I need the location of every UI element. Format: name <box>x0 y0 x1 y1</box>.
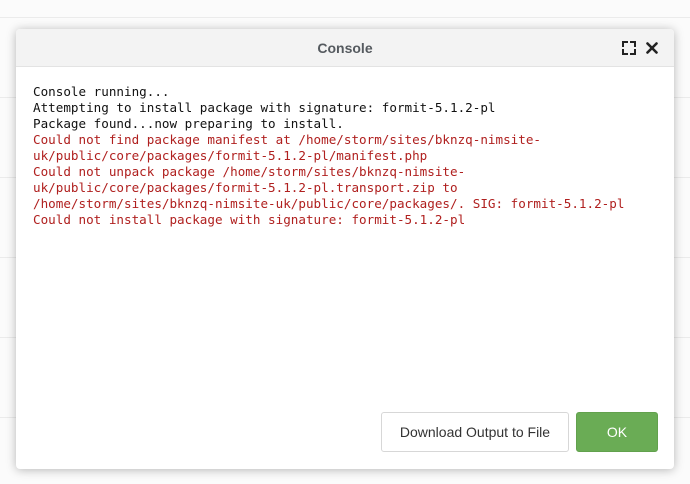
dialog-header: Console <box>16 29 674 67</box>
console-line: uk/public/core/packages/formit-5.1.2-pl/… <box>33 148 428 163</box>
console-line: uk/public/core/packages/formit-5.1.2-pl.… <box>33 180 458 195</box>
console-line: Could not install package with signature… <box>33 212 466 227</box>
console-line: Attempting to install package with signa… <box>33 100 496 115</box>
console-output: Console running... Attempting to install … <box>33 84 663 404</box>
download-output-button[interactable]: Download Output to File <box>381 412 569 452</box>
console-line: Could not find package manifest at /home… <box>33 132 541 147</box>
console-dialog: Console Console running... Attempting to … <box>16 29 674 469</box>
console-line: Console running... <box>33 84 170 99</box>
maximize-button[interactable] <box>621 40 637 56</box>
maximize-icon <box>622 41 636 55</box>
dialog-title: Console <box>317 40 373 56</box>
console-line: Could not unpack package /home/storm/sit… <box>33 164 466 179</box>
console-line: Package found...now preparing to install… <box>33 116 344 131</box>
background-divider <box>0 17 690 18</box>
close-icon <box>646 42 658 54</box>
close-button[interactable] <box>644 40 660 56</box>
ok-button[interactable]: OK <box>576 412 658 452</box>
console-line: /home/storm/sites/bknzq-nimsite-uk/publi… <box>33 196 625 211</box>
